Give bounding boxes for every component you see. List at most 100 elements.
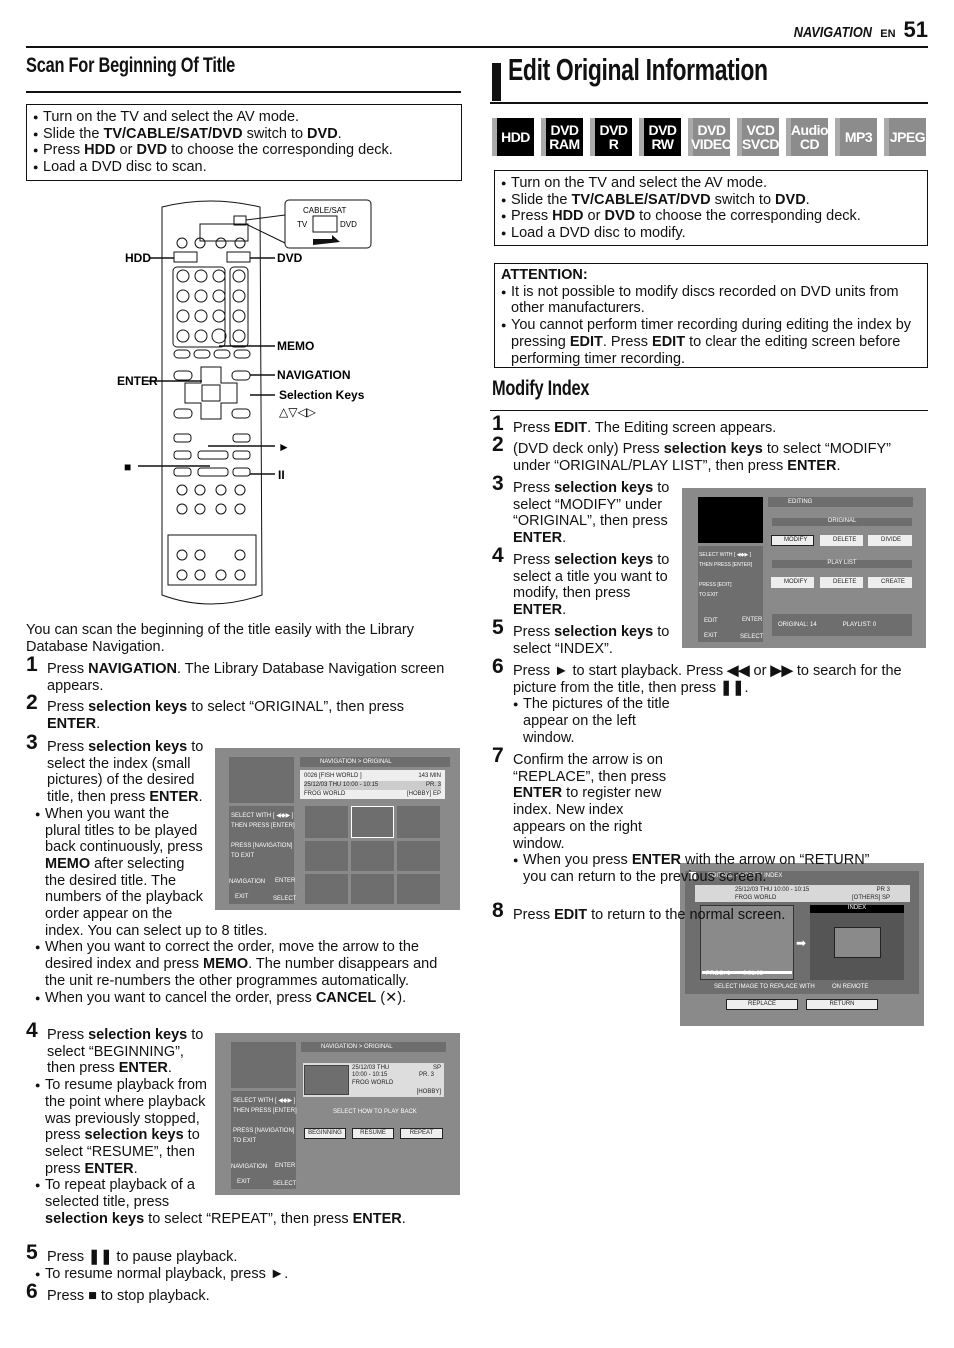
text-run: to select “REPEAT”, then press [144,1210,353,1227]
text-run: Press [513,480,555,496]
bold-term: EDIT [652,333,686,350]
paragraph: Press ❚❚ to pause playback. [47,1249,456,1266]
text-run: (✕). [376,989,407,1006]
text: 7 [492,744,504,767]
navigation-screen: SELECT WITH [ ◀◆▶ ] THEN PRESS [ENTER] PRE… [215,748,460,910]
text: SELECT IMAGE TO REPLACE WITH [714,984,815,990]
disc-icon-jpeg: JPEG [884,118,926,156]
text: 10:00 - 10:15 [352,1072,388,1078]
bold-term: ENTER [513,785,563,802]
bold-term: NAVIGATION [88,661,177,677]
right-step-8: 8 Press EDIT to return to the normal scre… [492,900,922,924]
text: PROG. 1 [706,971,731,977]
text: NAVIGATION [229,879,266,885]
text: [OTHERS] SP [851,895,890,901]
paragraph: Press NAVIGATION. The Library Database N… [47,661,456,694]
return-button[interactable]: RETURN [806,999,878,1010]
label-stop: ■ [124,460,131,474]
running-header: NAVIGATION EN 51 [780,19,928,43]
paragraph: When you want to correct the order, move… [35,939,460,989]
text: ENTER [742,617,763,623]
index-grid [305,806,440,904]
disc-icon-mp3: MP3 [835,118,877,156]
left-step-3: 3 SELECT WITH [ ◀◆▶ ] THEN PRESS [ENTER] P… [26,732,460,1006]
text-run: When you press [523,852,632,869]
text: NAVIGATION > ORIGINAL [300,757,450,767]
disc-icon-dvd-r: DVD R [590,118,632,156]
modify-playlist-button[interactable]: MODIFY [771,577,814,588]
left-step-2: 2 Press selection keys to select “ORIGINA… [26,692,456,732]
text: SELECT HOW TO PLAY BACK [333,1109,417,1115]
label-enter: ENTER [117,374,158,388]
label-dvd: DVD [277,251,303,265]
switch-label: CABLE/SAT [303,206,347,215]
bold-term: ▶▶ [770,663,793,679]
right-step-6: 6 Press ► to start playback. Press ◀◀ or … [492,656,924,747]
text-run: . [198,789,203,806]
text: TO EXIT [233,1138,257,1144]
section-title-edit: Edit Original Information [508,52,768,87]
label-selection-keys: Selection Keys [279,388,365,402]
bold-term: ◀◀ [727,663,750,679]
text-run: When you want to cancel the order, press [45,989,316,1006]
playback-select-screen: SELECT WITH [ ◀◆▶ ] THEN PRESS [ENTER] PRE… [215,1033,460,1195]
text-run: switch to [710,191,776,208]
create-button[interactable]: CREATE [868,577,912,588]
text: NAVIGATION > ORIGINAL [301,1042,446,1052]
text: PRESS [NAVIGATION] [233,1128,295,1134]
bold-term: EDIT [569,333,603,350]
text: TO EXIT [231,853,255,859]
beginning-button[interactable]: BEGINNING [304,1128,346,1139]
text-run: Press [47,1249,89,1265]
repeat-button[interactable]: REPEAT [400,1128,443,1139]
text: 5 [492,616,504,639]
text: FROG WORLD [304,791,346,797]
text-run: Press [513,552,555,568]
bold-term: DVD [136,142,168,159]
divide-button[interactable]: DIVIDE [868,535,912,546]
text: THEN PRESS [ENTER] [231,823,295,829]
text: [HOBBY] [416,1089,441,1095]
text-run: Load a DVD disc to scan. [43,159,207,176]
label-pause: II [278,468,285,482]
modify-original-button[interactable]: MODIFY [771,535,814,546]
bold-term: ■ [88,1288,97,1304]
text-run: . [836,457,841,474]
replace-button[interactable]: REPLACE [726,999,798,1010]
prep-item: Slide the TV/CABLE/SAT/DVD switch to DVD… [33,126,455,143]
text-run: to choose the corresponding deck. [635,208,861,225]
disc-icon-audio-cd: Audio CD [786,118,829,156]
paragraph: The pictures of the title appear on the … [513,696,683,746]
bold-term: ENTER [787,457,837,474]
step-number: 5 [26,1241,38,1264]
text-run: . [562,602,567,619]
text-run: to choose the corresponding deck. [167,142,393,159]
text-run: or [749,663,771,679]
step-number: 6 [26,1280,38,1303]
bold-term: ENTER [513,530,563,547]
disc-icon-dvd-ram: DVD RAM [541,118,583,156]
bold-term: EDIT [554,907,588,923]
text: 143 MIN [418,773,441,779]
text-run: to start playback. Press [568,663,728,679]
header-rule [26,46,928,48]
text: SELECT [273,1181,297,1187]
disc-icon-vcd-svcd: VCD SVCD [737,118,779,156]
text-run: Press [47,661,89,677]
step-number: 4 [26,1019,38,1042]
paragraph: Press selection keys to select “MODIFY” … [513,480,672,547]
bold-term: ENTER [352,1210,402,1227]
delete-playlist-button[interactable]: DELETE [820,577,863,588]
paragraph: It is not possible to modify discs recor… [501,284,921,317]
text-run: Press [513,663,555,679]
text: 25/12/03 THU [352,1065,390,1071]
text-run: Slide the [43,125,104,142]
remote-illustration: CABLE/SAT TV DVD HDD DVD MEMO NAVIGATION… [117,199,372,605]
bold-term: selection keys [88,739,188,755]
bold-term: ► [554,663,569,679]
delete-original-button[interactable]: DELETE [820,535,863,546]
text: 25/12/03 THU 10:00 - 10:15 [304,782,379,788]
bold-term: DVD [604,208,636,225]
text-run: or [115,142,137,159]
resume-button[interactable]: RESUME [352,1128,394,1139]
